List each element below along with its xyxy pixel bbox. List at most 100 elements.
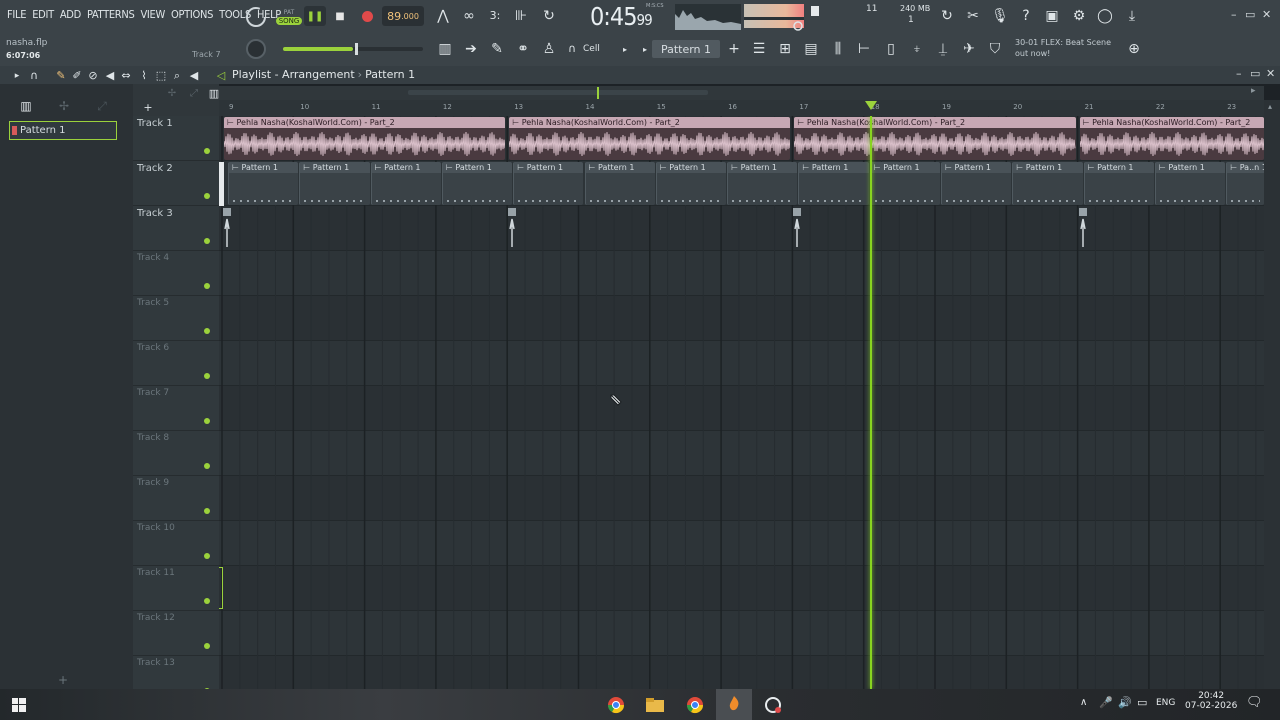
notification-icon[interactable]: 🗨 [1246, 695, 1263, 710]
track-header[interactable]: Track 3 [133, 206, 219, 251]
audio-clip[interactable]: ⊢ Pehla Nasha(KoshalWorld.Com) - Part_2 [509, 117, 791, 160]
pattern-clip[interactable]: ⊢ Pattern 1 [1154, 162, 1226, 205]
zoom-tool-icon[interactable]: ⌕ [168, 68, 186, 84]
tempo-knob-icon[interactable] [244, 5, 268, 29]
pattern-clip[interactable]: ⊢ Pattern 1 [1012, 162, 1083, 205]
track-header[interactable]: Track 8 [133, 431, 219, 476]
plugin-database-icon[interactable]: ⍖ [908, 41, 926, 57]
curve-icon[interactable]: ⤢ [185, 86, 203, 102]
help-icon[interactable]: ? [1017, 8, 1035, 24]
track-header[interactable]: Track 4 [133, 251, 219, 296]
scroll-right-icon[interactable]: ▸ [1251, 86, 1256, 96]
piano-icon[interactable]: ▥ [436, 41, 454, 57]
microphone-icon[interactable]: 🎙 [991, 8, 1009, 24]
pattern-clip[interactable]: ⊢ Pattern 1 [869, 162, 940, 205]
menu-options[interactable]: OPTIONS [168, 8, 216, 21]
track-mute-led-icon[interactable] [204, 553, 210, 559]
playlist-grid[interactable]: ⊢ Pehla Nasha(KoshalWorld.Com) - Part_2 ⊢… [219, 116, 1264, 689]
pattern-clip[interactable]: ⊢ Pattern 1 [370, 162, 441, 205]
audio-clip-icon[interactable]: ✢ [55, 98, 73, 114]
track-header[interactable]: Track 7 [133, 386, 219, 431]
menu-edit[interactable]: EDIT [29, 8, 57, 21]
templates-icon[interactable]: ▯ [882, 41, 900, 57]
link-icon[interactable]: ⚭ [514, 41, 532, 57]
tray-mic-icon[interactable]: 🎤 [1099, 696, 1113, 709]
meter-settings-icon[interactable] [792, 20, 804, 32]
file-explorer-icon[interactable] [646, 697, 664, 713]
audio-clip[interactable]: ⊢ Pehla Nasha(KoshalWorld.Com) - Part_2 [224, 117, 506, 160]
pan-icon[interactable]: ✢ [163, 86, 181, 102]
tray-overflow-icon[interactable]: ∧ [1080, 697, 1087, 708]
audio-clip[interactable]: ⊢ Pehla Nasha(KoshalWorld.Com) - Part_2 [1079, 117, 1264, 160]
tray-volume-icon[interactable]: 🔊 [1118, 696, 1132, 709]
arrow-right-icon[interactable]: ➔ [462, 41, 480, 57]
track-mute-led-icon[interactable] [204, 283, 210, 289]
magnet-icon[interactable]: ∩ [563, 41, 581, 57]
piano-roll-icon[interactable]: ▤ [802, 41, 820, 57]
playlist-pattern-name[interactable]: Pattern 1 [365, 68, 415, 81]
track-mute-led-icon[interactable] [204, 418, 210, 424]
app-minimize-icon[interactable]: – [1231, 8, 1237, 21]
snap-selector[interactable]: Cell [583, 44, 600, 54]
pattern-clip[interactable]: ⊢ Pattern 1 [228, 162, 299, 205]
track3-clip-marker[interactable] [507, 207, 517, 249]
metronome-icon[interactable]: ⋀ [434, 8, 452, 24]
playback-tool-icon[interactable]: ◀ [185, 68, 203, 84]
windows-start-icon[interactable] [12, 698, 26, 712]
undo-icon[interactable]: ↻ [938, 8, 956, 24]
vertical-scrollbar[interactable]: ▴ [1264, 100, 1280, 689]
track-mute-led-icon[interactable] [204, 508, 210, 514]
pattern-clip[interactable]: ⊢ Pattern 1 [798, 162, 869, 205]
tray-network-icon[interactable]: ▭ [1137, 696, 1147, 709]
plugin-icon[interactable]: ⚙ [1070, 8, 1088, 24]
track-header[interactable]: Track 5 [133, 296, 219, 341]
pause-button[interactable]: ❚❚ [304, 6, 326, 26]
picker-pattern-item[interactable]: Pattern 1 [9, 121, 117, 140]
menu-view[interactable]: VIEW [137, 8, 168, 21]
pattern-selector[interactable]: Pattern 1 [652, 40, 720, 58]
track-header[interactable]: Track 12 [133, 611, 219, 656]
stamp-icon[interactable]: ♙ [540, 41, 558, 57]
record-button[interactable] [356, 6, 378, 26]
playlist-icon[interactable]: ☰ [750, 41, 768, 57]
track-mute-led-icon[interactable] [204, 373, 210, 379]
track-mute-led-icon[interactable] [204, 463, 210, 469]
horizontal-scrollbar[interactable]: ▸ [219, 86, 1264, 100]
slip-tool-icon[interactable]: ⇔ [117, 68, 135, 84]
pattern-clip[interactable]: ⊢ Pattern 1 [1083, 162, 1154, 205]
menu-file[interactable]: FILE [4, 8, 29, 21]
pattern-clip[interactable]: ⊢ Pa..n 1 [1226, 162, 1264, 205]
cloud-sounds-icon[interactable]: ✈ [960, 41, 978, 57]
track-header[interactable]: Track 1 [133, 116, 219, 161]
chrome-icon-2[interactable] [686, 696, 704, 714]
channel-rack-icon[interactable]: ⊞ [776, 41, 794, 57]
slice-tool-icon[interactable]: ⌇ [135, 68, 153, 84]
track3-clip-marker[interactable] [792, 207, 802, 249]
track-mute-led-icon[interactable] [204, 328, 210, 334]
menu-add[interactable]: ADD [57, 8, 84, 21]
magnet-snap-icon[interactable]: ∩ [25, 68, 43, 84]
download-icon[interactable]: ⤓ [1123, 8, 1141, 24]
song-time-display[interactable]: 0:4599 [590, 2, 653, 31]
app-close-icon[interactable]: ✕ [1262, 8, 1271, 21]
wait-input-icon[interactable]: ∞ [460, 8, 478, 24]
playlist-options-arrow-icon[interactable]: ▸ [8, 68, 26, 84]
add-track-icon[interactable]: + [139, 100, 157, 116]
track-header[interactable]: Track 10 [133, 521, 219, 566]
cut-icon[interactable]: ✂ [964, 8, 982, 24]
news-headline[interactable]: 30-01 FLEX: Beat Scene [1015, 38, 1111, 47]
save-icon[interactable]: ▣ [1043, 8, 1061, 24]
tray-clock[interactable]: 20:42 07-02-2026 [1185, 691, 1237, 711]
fl-studio-taskbar-button[interactable] [716, 689, 752, 720]
pencil-icon[interactable]: ✎ [488, 41, 506, 57]
track-mute-led-icon[interactable] [204, 193, 210, 199]
playlist-arrangement-icon[interactable]: ◁ [212, 68, 230, 84]
track-header[interactable]: Track 9 [133, 476, 219, 521]
playlist-minimize-icon[interactable]: – [1236, 67, 1242, 80]
track-header[interactable]: Track 2 [133, 161, 219, 206]
stop-button[interactable]: ■ [330, 6, 350, 26]
shop-icon[interactable]: ⛉ [986, 41, 1004, 57]
track-header[interactable]: Track 6 [133, 341, 219, 386]
browser-icon[interactable]: ⊢ [855, 41, 873, 57]
pattern-clip[interactable]: ⊢ Pattern 1 [655, 162, 727, 205]
